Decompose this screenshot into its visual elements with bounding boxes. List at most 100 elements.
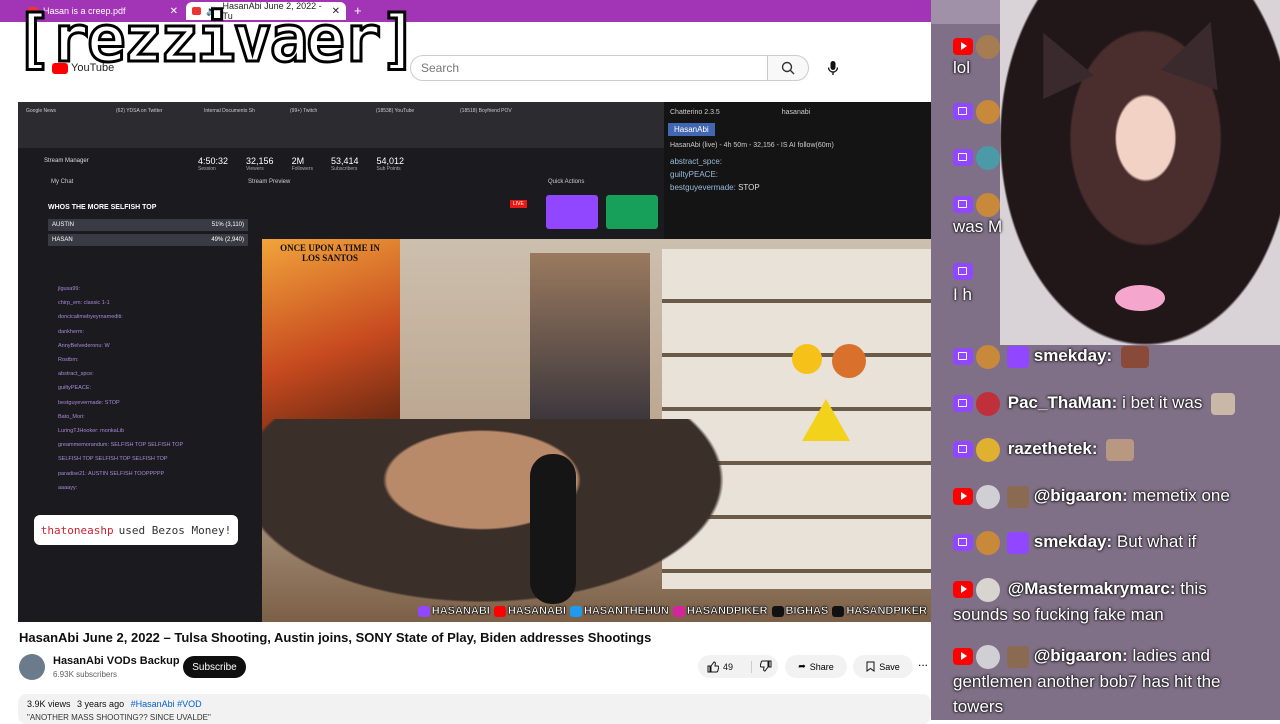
share-icon: ➦	[798, 661, 806, 671]
social-handles: HASANABI HASANABI HASANTHEHUN HASANDPIKE…	[262, 603, 931, 619]
avatar	[976, 644, 1000, 669]
chat-line: paradise21: AUSTIN SELFISH TOOPPPPP	[58, 470, 165, 477]
hashtags[interactable]: #HasanAbi #VOD	[131, 699, 202, 709]
like-count: 49	[723, 661, 734, 672]
overlay-chat-message: @bigaaron: memetix one	[953, 483, 1263, 509]
chat-text: But what if	[1116, 532, 1197, 551]
youtube-icon	[953, 648, 973, 666]
stream-tab: (18538) YouTube	[376, 108, 415, 114]
emote	[1211, 392, 1236, 415]
search-button[interactable]	[767, 55, 809, 81]
overlay-chat-message: was M	[953, 217, 1003, 236]
overlay-chat-message	[953, 258, 1263, 283]
avatar	[976, 99, 1000, 124]
my-chat-label: My Chat	[51, 179, 74, 185]
poll-option: AUSTIN 51% (3,110)	[48, 219, 248, 231]
twitch-icon	[953, 441, 973, 459]
chat-username: Pac_ThaMan:	[1007, 393, 1118, 412]
chat-username: @bigaaron:	[1033, 646, 1128, 665]
search-input[interactable]: Search	[410, 55, 768, 81]
ad-button	[606, 195, 658, 229]
stream-tab: Internal Documents Sh	[204, 108, 255, 114]
thumbs-down-icon	[759, 660, 772, 672]
channel-name[interactable]: HasanAbi VODs Backup	[53, 655, 180, 667]
chat-line: Rostbm:	[58, 357, 79, 364]
avatar	[976, 484, 1000, 509]
streamer	[262, 419, 762, 622]
overlay-chat-message: @Mastermakrymarc: this sounds so fucking…	[953, 576, 1263, 627]
subscriber-count: 6.93K subscribers	[53, 670, 118, 679]
twitch-icon	[953, 149, 973, 167]
channel-points-notice: thatoneashp used Bezos Money!	[34, 515, 238, 545]
stat: 54,012 Sub Points	[376, 156, 405, 172]
stat: 4:50:32 Session	[198, 156, 229, 172]
chatterino-status: HasanAbi (live) - 4h 50m - 32,156 - IS A…	[670, 142, 834, 149]
overlay-chat-message	[953, 191, 1263, 217]
stream-preview-label: Stream Preview	[248, 179, 291, 185]
share-label: Share	[809, 661, 834, 672]
subscribe-button[interactable]: Subscribe	[183, 656, 246, 678]
search-icon	[781, 61, 795, 75]
smiley-ball	[792, 344, 822, 374]
description-line: "ANOTHER MASS SHOOTING?? SINCE UVALDE"	[27, 713, 211, 722]
twitch-icon	[953, 103, 973, 121]
emote	[1007, 485, 1029, 508]
overlay-chat-message	[953, 144, 1263, 170]
thumbs-up-icon	[707, 660, 719, 672]
video-player[interactable]: Google News (62) YDSA on Twitter Interna…	[18, 102, 931, 622]
stat: 32,156 Viewers	[246, 156, 274, 172]
overlay-chat-message: @bigaaron: ladies and gentlemen another …	[953, 643, 1263, 719]
poll: WHOS THE MORE SELFISH TOP AUSTIN 51% (3,1…	[48, 204, 248, 249]
emote	[1106, 438, 1135, 461]
chat-username: @bigaaron:	[1033, 486, 1128, 505]
stream-stats: 4:50:32 Session 32,156 Viewers 2M Followers…	[198, 156, 404, 172]
bookmark-icon	[866, 661, 875, 672]
save-label: Save	[879, 661, 900, 672]
stream-tab: (62) YDSA on Twitter	[116, 108, 163, 114]
social-handle: HASANABI	[493, 605, 566, 617]
chatterino-window: Chatterino 2.3.5 hasanabi HasanAbi Hasan…	[664, 102, 931, 240]
chat-line: greammemorandum: SELFISH TOP SELFISH TOP	[58, 442, 184, 449]
chat-line: LuringTJHooker: monkaLib	[58, 428, 125, 435]
upload-age: 3 years ago	[77, 699, 125, 709]
stream-browser-chrome: Google News (62) YDSA on Twitter Interna…	[18, 102, 665, 148]
stream-tab: Google News	[26, 108, 57, 114]
emote	[1120, 345, 1149, 368]
voice-search-button[interactable]	[820, 55, 846, 81]
microphone-icon	[827, 61, 839, 75]
stream-tab: (99+) Twitch	[290, 108, 318, 114]
chat-line: abstract_spce:	[58, 371, 94, 378]
basketball	[832, 344, 866, 378]
chat-username: smekday:	[1033, 532, 1113, 551]
overlay-chat-message: smekday: But what if	[953, 529, 1263, 555]
emote	[1007, 345, 1029, 368]
avatar	[976, 391, 1000, 416]
microphone	[530, 454, 576, 604]
channel-avatar[interactable]	[19, 654, 45, 680]
twitch-icon	[953, 348, 973, 366]
view-count: 3.9K views	[27, 699, 71, 709]
like-button[interactable]: 49	[698, 660, 752, 673]
save-button[interactable]: Save	[853, 655, 913, 678]
dislike-button[interactable]	[752, 660, 772, 674]
live-badge: LIVE	[510, 200, 527, 208]
social-handle: HASANTHEHUN	[569, 605, 669, 617]
chat-text: i bet it was	[1122, 393, 1203, 412]
chat-username: razethetek:	[1007, 439, 1098, 458]
twitch-icon	[953, 534, 973, 552]
overlay-chat-message: smekday:	[953, 343, 1263, 369]
chat-line: SELFISH TOP SELFISH TOP SELFISH TOP	[58, 456, 168, 463]
stat: 53,414 Subscribers	[330, 156, 359, 172]
avatar	[976, 577, 1000, 602]
share-button[interactable]: ➦ Share	[785, 655, 847, 678]
twitch-icon	[953, 263, 973, 281]
social-handle: BIGHAS	[771, 605, 829, 617]
stream-manager-label: Stream Manager	[44, 158, 89, 164]
overlay-chat-message: I h	[953, 285, 972, 304]
chat-username: @Mastermakrymarc:	[1007, 579, 1176, 598]
chatterino-tab: HasanAbi	[668, 123, 715, 136]
poll-option: HASAN 49% (2,940)	[48, 234, 248, 246]
overlay-chat-message	[953, 98, 1263, 124]
chat-line: chirp_em: classic 1-1	[58, 300, 110, 307]
chat-line: guiltyPEACE:	[58, 385, 92, 392]
